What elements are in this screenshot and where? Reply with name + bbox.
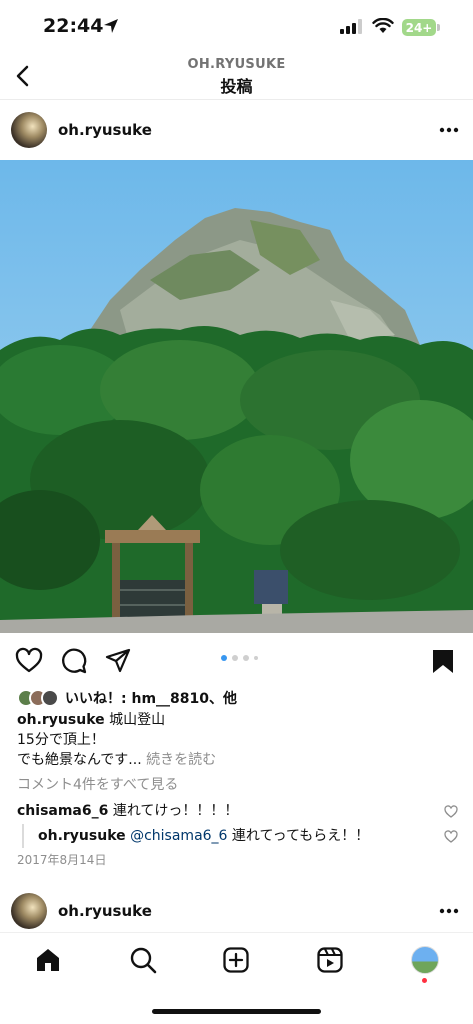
comment-mention[interactable]: @chisama6_6	[130, 828, 227, 844]
carousel-dot	[254, 656, 258, 660]
comment-username[interactable]: chisama6_6	[17, 803, 108, 819]
location-arrow-icon	[104, 19, 118, 33]
caption-text-3: でも絶景なんです...	[17, 752, 142, 768]
battery-level: 24+	[405, 20, 433, 35]
caption-username[interactable]: oh.ryusuke	[17, 712, 105, 728]
battery-icon: 24+	[402, 19, 436, 36]
status-bar: 22:44 24+	[0, 0, 473, 54]
post-date: 2017年8月14日	[17, 853, 107, 867]
comment-text: 連れてってもらえ！！	[231, 828, 370, 844]
comment-like-icon[interactable]	[444, 805, 458, 818]
heart-icon[interactable]	[15, 647, 43, 675]
comment-username[interactable]: oh.ryusuke	[38, 828, 126, 844]
more-options-icon[interactable]	[439, 908, 459, 914]
search-icon[interactable]	[129, 946, 157, 974]
caption-text-1: 城山登山	[109, 712, 166, 728]
comment-2: oh.ryusuke @chisama6_6 連れてってもらえ！！	[38, 826, 369, 846]
notification-dot	[422, 978, 427, 983]
wifi-icon	[372, 18, 394, 33]
caption-text-2: 15分で頂上！	[17, 732, 105, 748]
next-post-username[interactable]: oh.ryusuke	[58, 902, 152, 920]
comment-text: 連れてけっ！！！！	[112, 803, 239, 819]
reels-icon[interactable]	[316, 946, 344, 974]
page-title: 投稿	[220, 77, 253, 96]
read-more-link[interactable]: 続きを読む	[146, 752, 216, 768]
comment-icon[interactable]	[60, 647, 88, 675]
comment-1: chisama6_6 連れてけっ！！！！	[17, 801, 238, 821]
battery-nub	[437, 24, 440, 31]
likes-text[interactable]: いいね！: hm__8810、他	[65, 688, 237, 708]
carousel-dot	[221, 655, 227, 661]
next-post-header: oh.ryusuke	[0, 884, 473, 938]
post-photo[interactable]	[0, 160, 473, 633]
carousel-dot	[232, 655, 238, 661]
carousel-dot	[243, 655, 249, 661]
home-indicator	[152, 1009, 321, 1014]
bookmark-icon[interactable]	[429, 647, 457, 675]
more-options-icon[interactable]	[439, 127, 459, 133]
header-username: OH.RYUSUKE	[187, 57, 286, 72]
avatar[interactable]	[11, 893, 47, 929]
share-icon[interactable]	[104, 647, 132, 675]
post-actions	[0, 633, 473, 687]
carousel-indicator	[221, 655, 258, 661]
create-icon[interactable]	[222, 946, 250, 974]
caption-line-3: でも絶景なんです... 続きを読む	[17, 750, 216, 770]
liker-avatar	[41, 689, 59, 707]
signal-icon	[340, 19, 362, 34]
likes-row[interactable]: いいね！: hm__8810、他	[17, 687, 237, 709]
avatar[interactable]	[11, 112, 47, 148]
status-time: 22:44	[43, 15, 104, 37]
comment-like-icon[interactable]	[444, 830, 458, 843]
home-icon[interactable]	[34, 946, 62, 974]
top-header: OH.RYUSUKE 投稿	[0, 54, 473, 100]
post-header: oh.ryusuke	[0, 100, 473, 160]
profile-avatar[interactable]	[411, 946, 439, 974]
mountain-photo	[0, 160, 473, 633]
post-username[interactable]: oh.ryusuke	[58, 121, 152, 139]
reply-thread-line	[22, 824, 24, 848]
view-comments-link[interactable]: コメント4件をすべて見る	[17, 775, 178, 795]
caption-line-1: oh.ryusuke 城山登山	[17, 710, 165, 730]
